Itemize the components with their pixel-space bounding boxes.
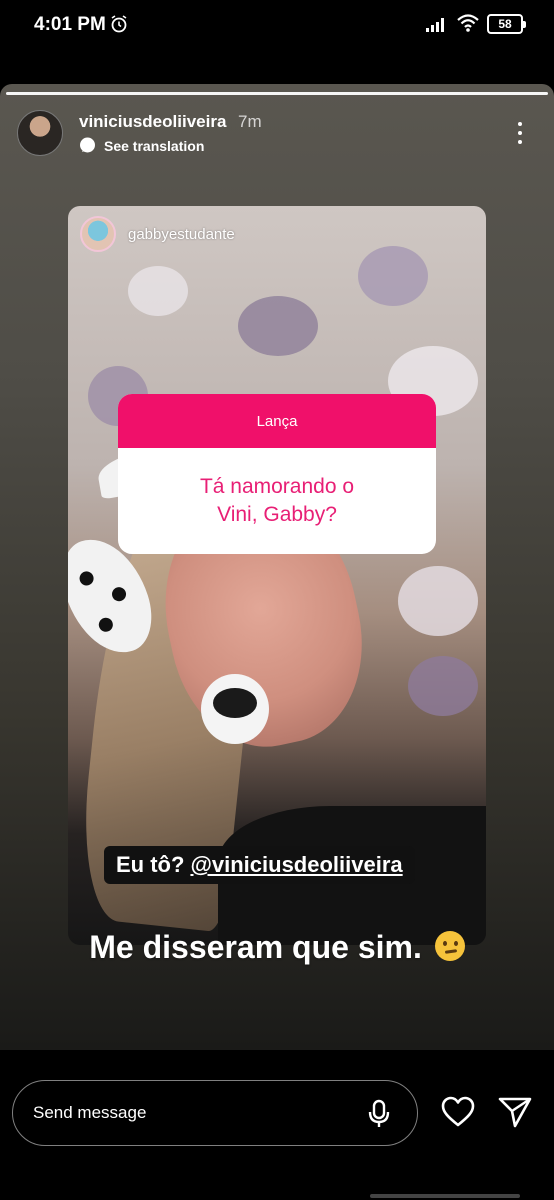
send-message-input[interactable] [33, 1099, 353, 1127]
status-bar: 4:01 PM 58 [0, 0, 554, 52]
dog-filter-nose [201, 674, 269, 744]
battery-level: 58 [498, 17, 512, 31]
alarm-icon [111, 15, 127, 33]
wallpaper-flower [128, 266, 188, 316]
story-viewer[interactable]: viniciusdeoliiveira 7m See translation g… [0, 84, 554, 1050]
question-sticker-text: Tá namorando o Vini, Gabby? [199, 475, 355, 526]
wallpaper-flower [408, 656, 478, 716]
see-translation-button[interactable]: See translation [79, 137, 204, 154]
wallpaper-flower [398, 566, 478, 636]
story-caption-text: Me disseram que sim. [89, 929, 422, 965]
story-username[interactable]: viniciusdeoliiveira [79, 112, 226, 132]
story-progress-bar [6, 92, 548, 95]
send-message-field[interactable] [12, 1080, 418, 1146]
wallpaper-flower [238, 296, 318, 356]
reply-text: Eu tô? [116, 852, 185, 877]
translate-icon [80, 137, 95, 153]
story-caption: Me disseram que sim. [0, 929, 554, 966]
mic-icon[interactable] [367, 1099, 391, 1129]
wifi-icon [457, 14, 479, 32]
avatar[interactable] [80, 216, 116, 252]
mention-link[interactable]: @viniciusdeoliiveira [190, 852, 402, 878]
question-sticker-header: Lança [118, 394, 436, 448]
signal-icon [426, 18, 444, 32]
avatar[interactable] [17, 110, 63, 156]
more-options-icon[interactable] [512, 118, 528, 148]
reply-bar [0, 1050, 554, 1200]
thinking-face-icon [434, 931, 465, 961]
heart-icon[interactable] [441, 1096, 475, 1128]
send-icon[interactable] [498, 1096, 532, 1128]
status-time: 4:01 PM [34, 14, 106, 35]
home-indicator [370, 1194, 520, 1198]
battery-indicator: 58 [487, 14, 526, 34]
see-translation-label: See translation [104, 137, 205, 154]
story-time-ago: 7m [238, 112, 262, 131]
wallpaper-flower [358, 246, 428, 306]
reshared-post[interactable]: gabbyestudante Lança Tá namorando o Vini… [68, 206, 486, 945]
reshared-post-header[interactable]: gabbyestudante [80, 216, 235, 252]
story-header: viniciusdeoliiveira 7m See translation [0, 106, 554, 166]
reply-text-sticker: Eu tô? @viniciusdeoliiveira [104, 846, 415, 884]
question-sticker[interactable]: Lança Tá namorando o Vini, Gabby? [118, 394, 436, 554]
reshared-post-username[interactable]: gabbyestudante [128, 226, 235, 243]
